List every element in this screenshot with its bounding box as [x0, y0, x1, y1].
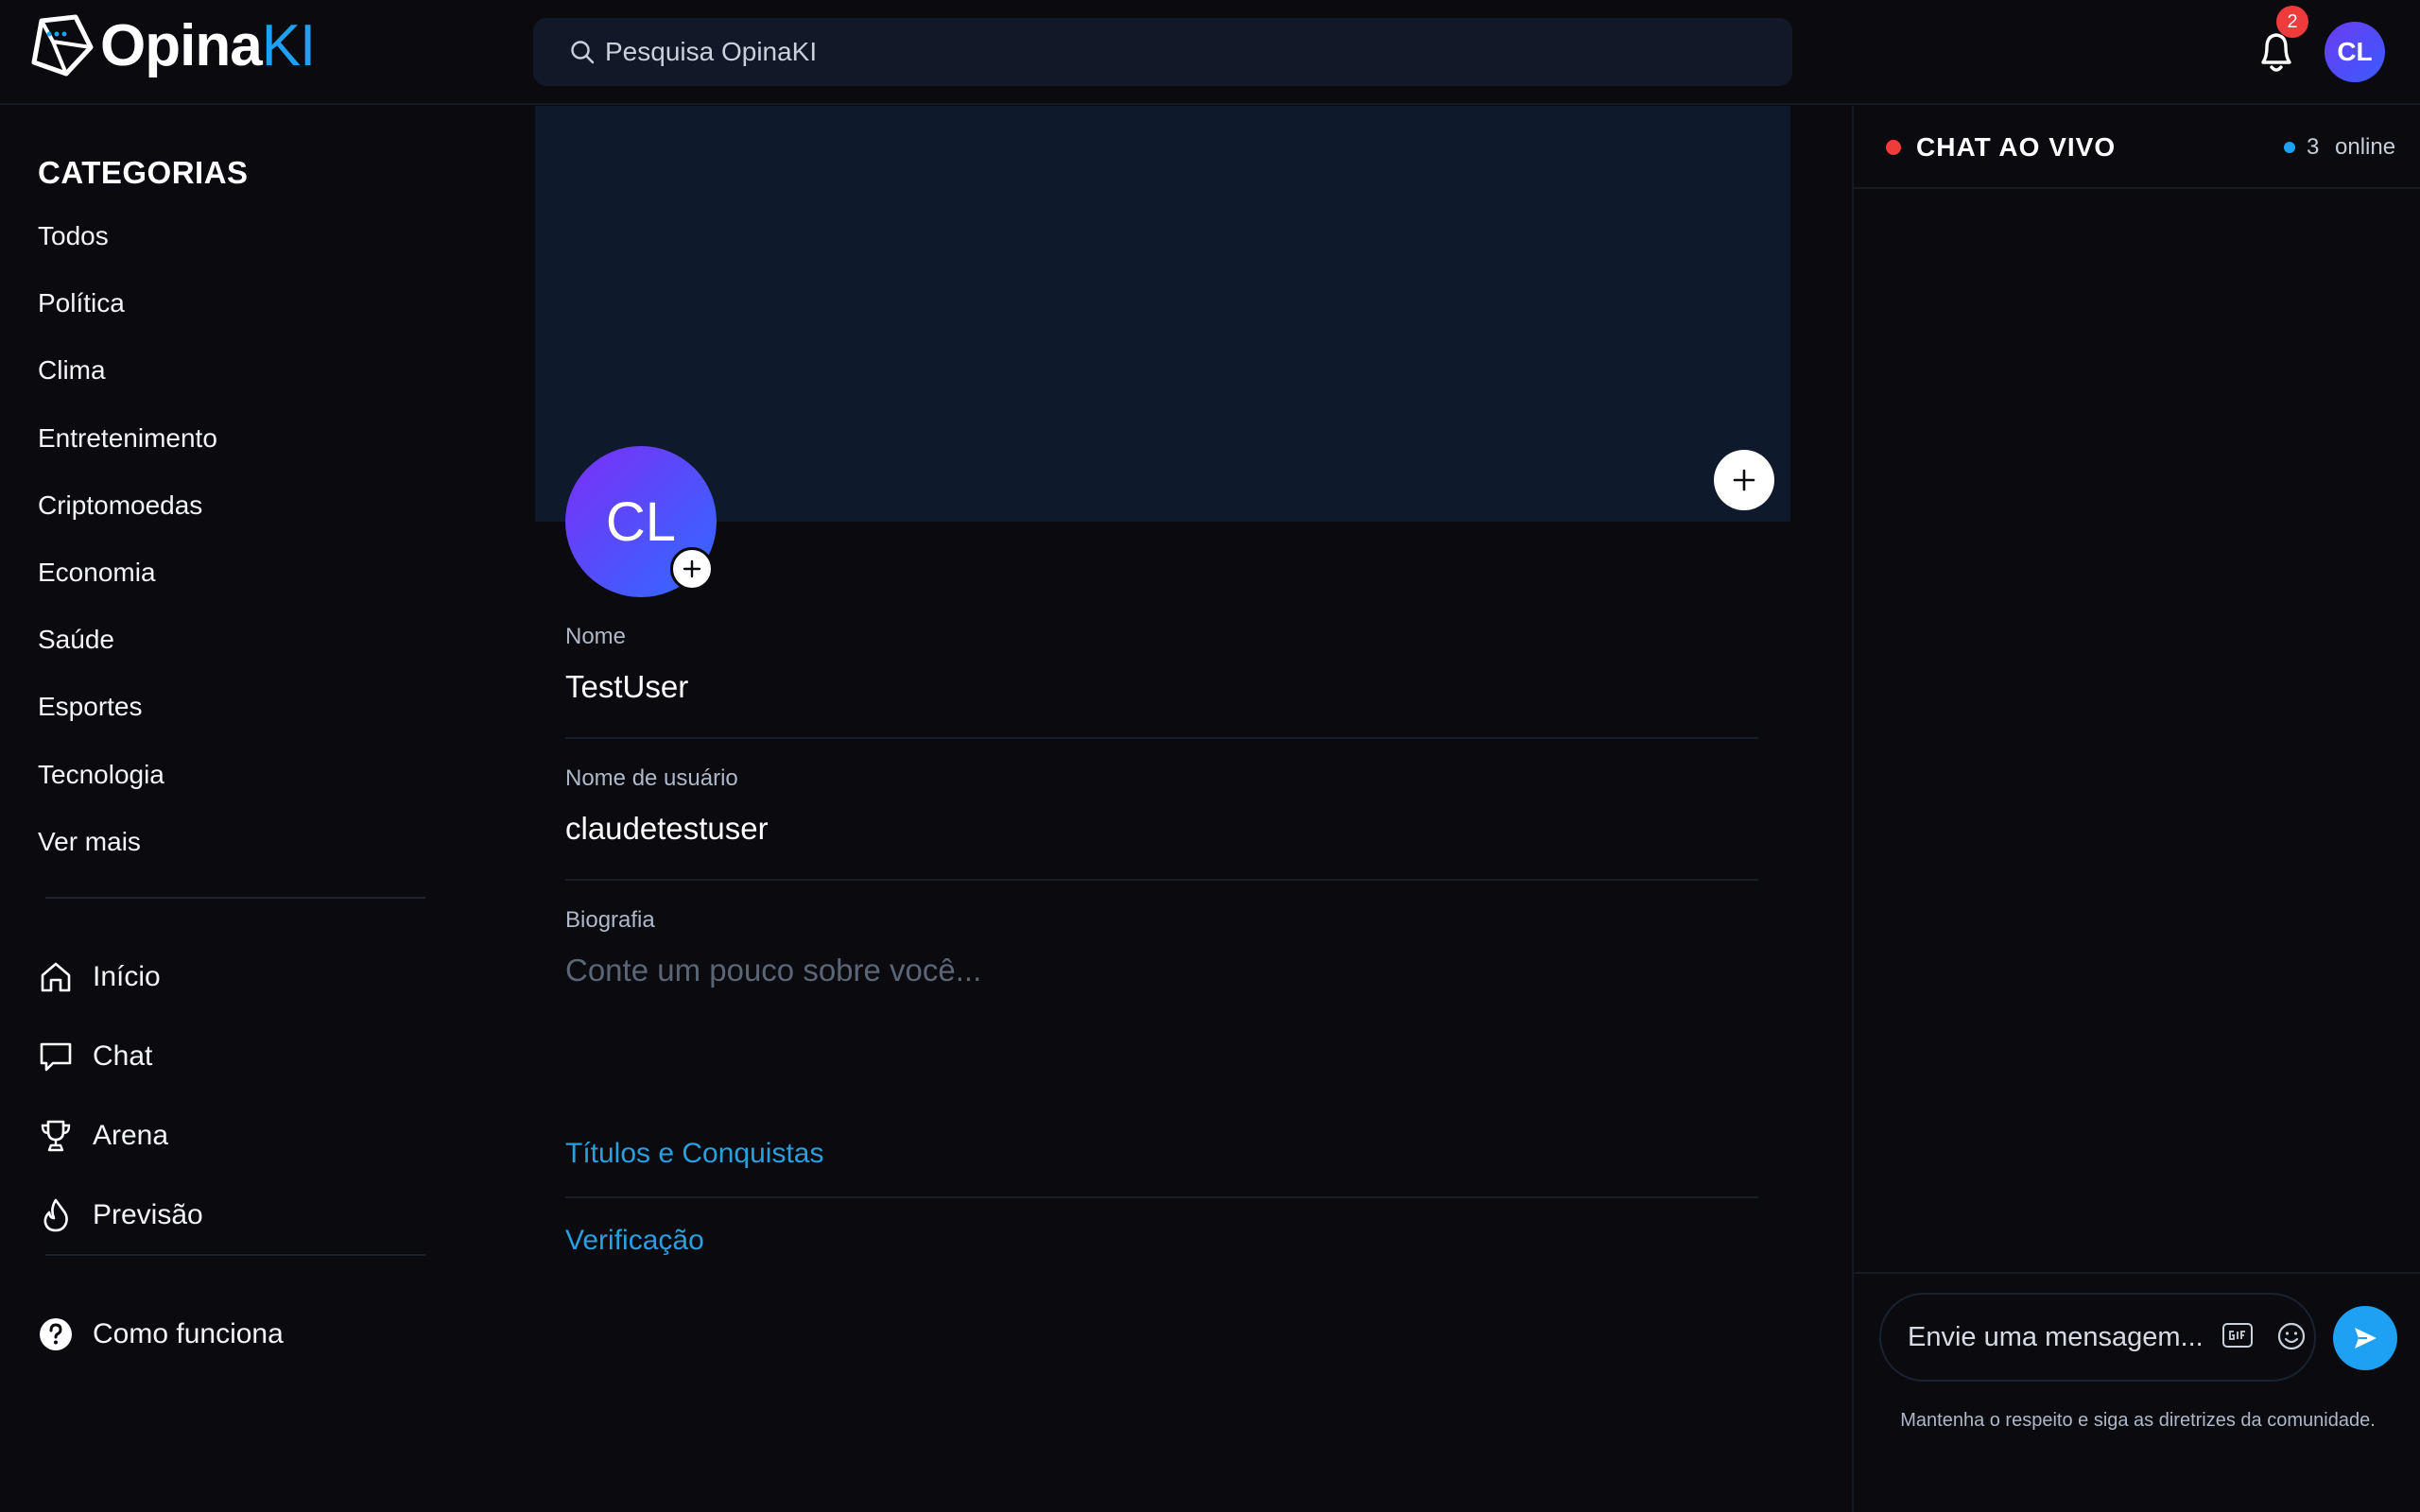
username-field[interactable]: claudetestuser	[565, 811, 769, 847]
chat-rules-text: Mantenha o respeito e siga as diretrizes…	[1900, 1410, 2376, 1431]
titles-achievements-link[interactable]: Títulos e Conquistas	[565, 1138, 823, 1170]
category-item-see-more[interactable]: Ver mais	[38, 827, 217, 894]
home-icon	[41, 962, 71, 992]
online-count: 3	[2307, 134, 2320, 160]
plus-icon	[1733, 469, 1755, 491]
online-label: online	[2335, 134, 2396, 160]
nav-label: Como funciona	[93, 1318, 284, 1349]
nav-label: Início	[93, 961, 161, 992]
logo-text: OpinaKI	[100, 13, 316, 78]
nav-item-how-it-works[interactable]: Como funciona	[38, 1314, 284, 1355]
logo-icon	[31, 14, 94, 77]
category-item[interactable]: Tecnologia	[38, 760, 217, 827]
chat-header: CHAT AO VIVO 3 online	[1854, 106, 2420, 189]
category-item[interactable]: Clima	[38, 355, 217, 422]
name-field[interactable]: TestUser	[565, 669, 688, 705]
username-label: Nome de usuário	[565, 765, 738, 791]
category-item[interactable]: Todos	[38, 221, 217, 288]
section-divider	[565, 1196, 1758, 1198]
nav-item-chat[interactable]: Chat	[38, 1036, 152, 1077]
nav-label: Previsão	[93, 1199, 203, 1230]
category-item[interactable]: Política	[38, 288, 217, 355]
name-label: Nome	[565, 624, 627, 649]
category-item[interactable]: Entretenimento	[38, 423, 217, 490]
nav-label: Arena	[93, 1120, 169, 1151]
nav-item-forecast[interactable]: Previsão	[38, 1194, 203, 1236]
category-item[interactable]: Esportes	[38, 692, 217, 759]
nav-item-arena[interactable]: Arena	[38, 1115, 168, 1157]
search-bar[interactable]	[533, 18, 1792, 86]
gif-icon[interactable]	[2221, 1321, 2254, 1349]
category-item[interactable]: Criptomoedas	[38, 490, 217, 558]
categories-title: CATEGORIAS	[38, 155, 249, 190]
emoji-icon[interactable]	[2276, 1321, 2307, 1351]
logo[interactable]: OpinaKI	[28, 13, 316, 79]
notification-badge: 2	[2276, 6, 2308, 38]
send-message-button[interactable]	[2333, 1306, 2397, 1370]
sidebar: CATEGORIAS Todos Política Clima Entreten…	[0, 106, 492, 1512]
live-chat-panel: CHAT AO VIVO 3 online Mantenha o respeit…	[1852, 106, 2420, 1512]
trophy-icon	[41, 1120, 71, 1152]
search-icon	[571, 41, 595, 64]
field-divider	[565, 879, 1758, 881]
bio-field[interactable]: Conte um pouco sobre você...	[565, 953, 981, 988]
chat-bubble-icon	[40, 1042, 72, 1072]
question-circle-icon	[40, 1318, 72, 1350]
sidebar-divider	[45, 897, 425, 899]
chat-footer-divider	[1854, 1272, 2420, 1274]
send-icon	[2355, 1328, 2377, 1349]
search-input[interactable]	[605, 37, 1739, 67]
category-item[interactable]: Saúde	[38, 625, 217, 692]
chat-title: CHAT AO VIVO	[1916, 132, 2117, 162]
message-input[interactable]	[1908, 1321, 2206, 1353]
category-item[interactable]: Economia	[38, 558, 217, 625]
plus-icon	[683, 559, 701, 578]
add-banner-button[interactable]	[1714, 450, 1774, 510]
user-avatar[interactable]: CL	[2325, 22, 2385, 82]
nav-label: Chat	[93, 1040, 153, 1072]
category-list: Todos Política Clima Entretenimento Crip…	[38, 221, 217, 894]
live-indicator	[1886, 140, 1901, 155]
profile-banner[interactable]	[535, 106, 1790, 522]
add-avatar-button[interactable]	[670, 547, 714, 591]
message-input-box[interactable]	[1879, 1293, 2316, 1382]
field-divider	[565, 737, 1758, 739]
flame-icon	[43, 1198, 68, 1232]
online-indicator	[2284, 142, 2295, 153]
top-bar: OpinaKI 2 CL	[0, 0, 2420, 105]
nav-item-home[interactable]: Início	[38, 956, 161, 998]
bio-label: Biografia	[565, 907, 655, 933]
sidebar-divider	[45, 1254, 425, 1256]
verification-link[interactable]: Verificação	[565, 1225, 704, 1257]
